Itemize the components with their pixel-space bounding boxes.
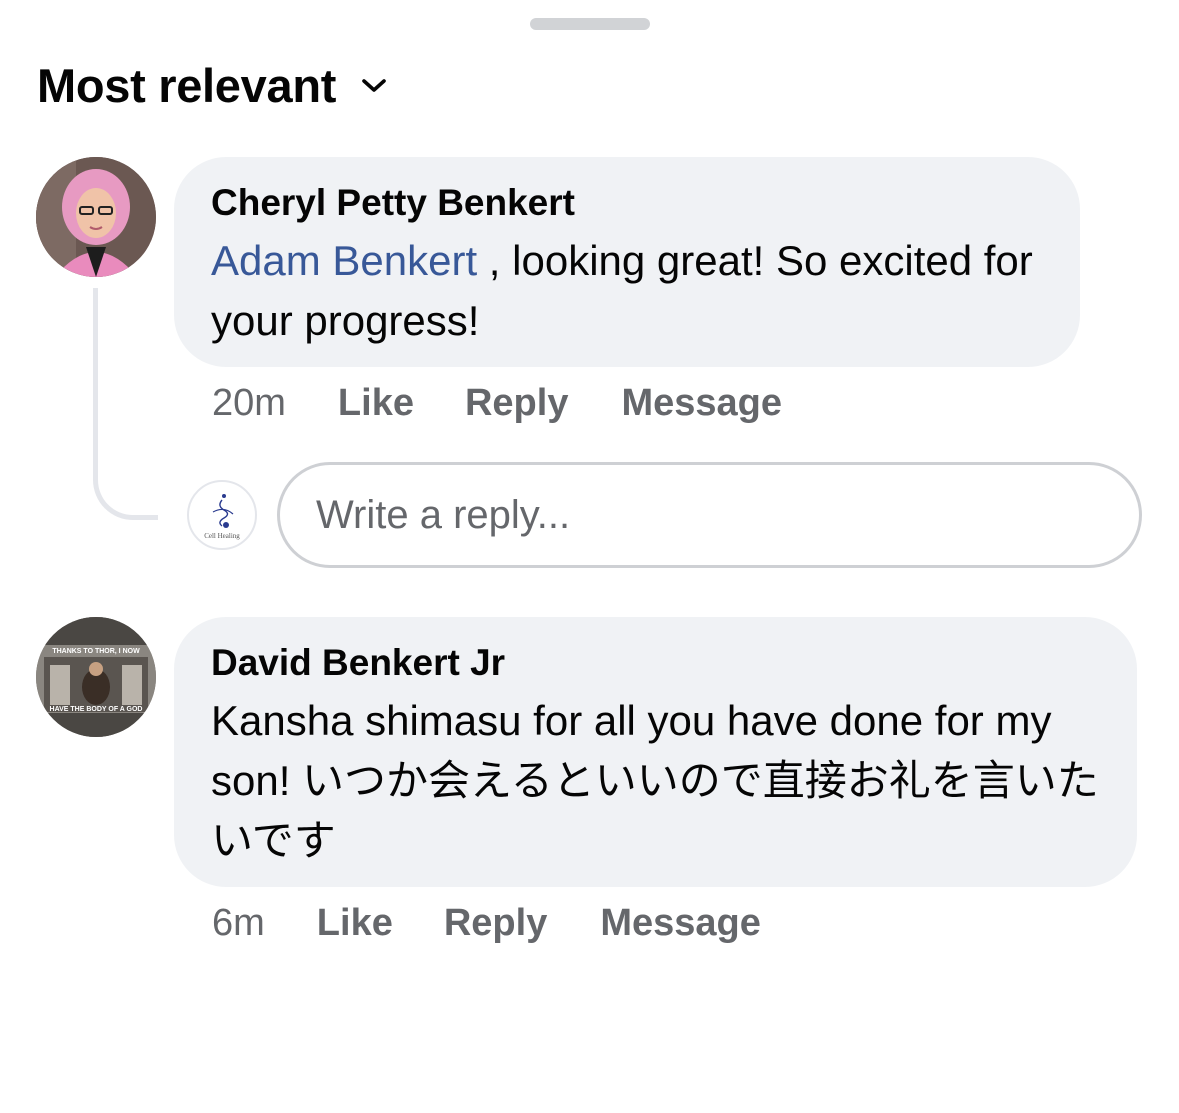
sort-selector[interactable]: Most relevant	[37, 58, 388, 113]
message-button[interactable]: Message	[600, 902, 761, 945]
comment-actions: 20m Like Reply Message	[212, 382, 782, 425]
avatar-caption-bottom: HAVE THE BODY OF A GOD	[50, 706, 143, 713]
reply-button[interactable]: Reply	[444, 902, 547, 945]
comment-time[interactable]: 20m	[212, 382, 286, 425]
reply-placeholder: Write a reply...	[316, 492, 571, 537]
avatar[interactable]: THANKS TO THOR, I NOW HAVE THE BODY OF A…	[36, 617, 156, 737]
comment-actions: 6m Like Reply Message	[212, 902, 761, 945]
comment-bubble[interactable]: Cheryl Petty Benkert Adam Benkert , look…	[174, 157, 1080, 367]
thread-line	[93, 288, 158, 520]
sort-label: Most relevant	[37, 59, 337, 112]
reply-input[interactable]: Write a reply...	[277, 462, 1142, 568]
avatar-caption-top: THANKS TO THOR, I NOW	[52, 648, 140, 655]
avatar[interactable]	[36, 157, 156, 277]
chevron-down-icon	[360, 72, 388, 100]
sheet-grabber[interactable]	[530, 18, 650, 30]
message-button[interactable]: Message	[621, 382, 782, 425]
like-button[interactable]: Like	[338, 382, 414, 425]
comment-text: Kansha shimasu for all you have done for…	[211, 697, 1099, 864]
comment-time[interactable]: 6m	[212, 902, 265, 945]
like-button[interactable]: Like	[317, 902, 393, 945]
reply-button[interactable]: Reply	[465, 382, 568, 425]
comment-author[interactable]: David Benkert Jr	[211, 641, 1101, 685]
reply-avatar[interactable]: Cell Healing	[187, 480, 257, 550]
comment-author[interactable]: Cheryl Petty Benkert	[211, 181, 1044, 225]
comment-bubble[interactable]: David Benkert Jr Kansha shimasu for all …	[174, 617, 1137, 887]
reply-avatar-caption: Cell Healing	[204, 532, 240, 540]
comment-text: Adam Benkert , looking great! So excited…	[211, 231, 1044, 351]
mention-link[interactable]: Adam Benkert	[211, 237, 477, 284]
